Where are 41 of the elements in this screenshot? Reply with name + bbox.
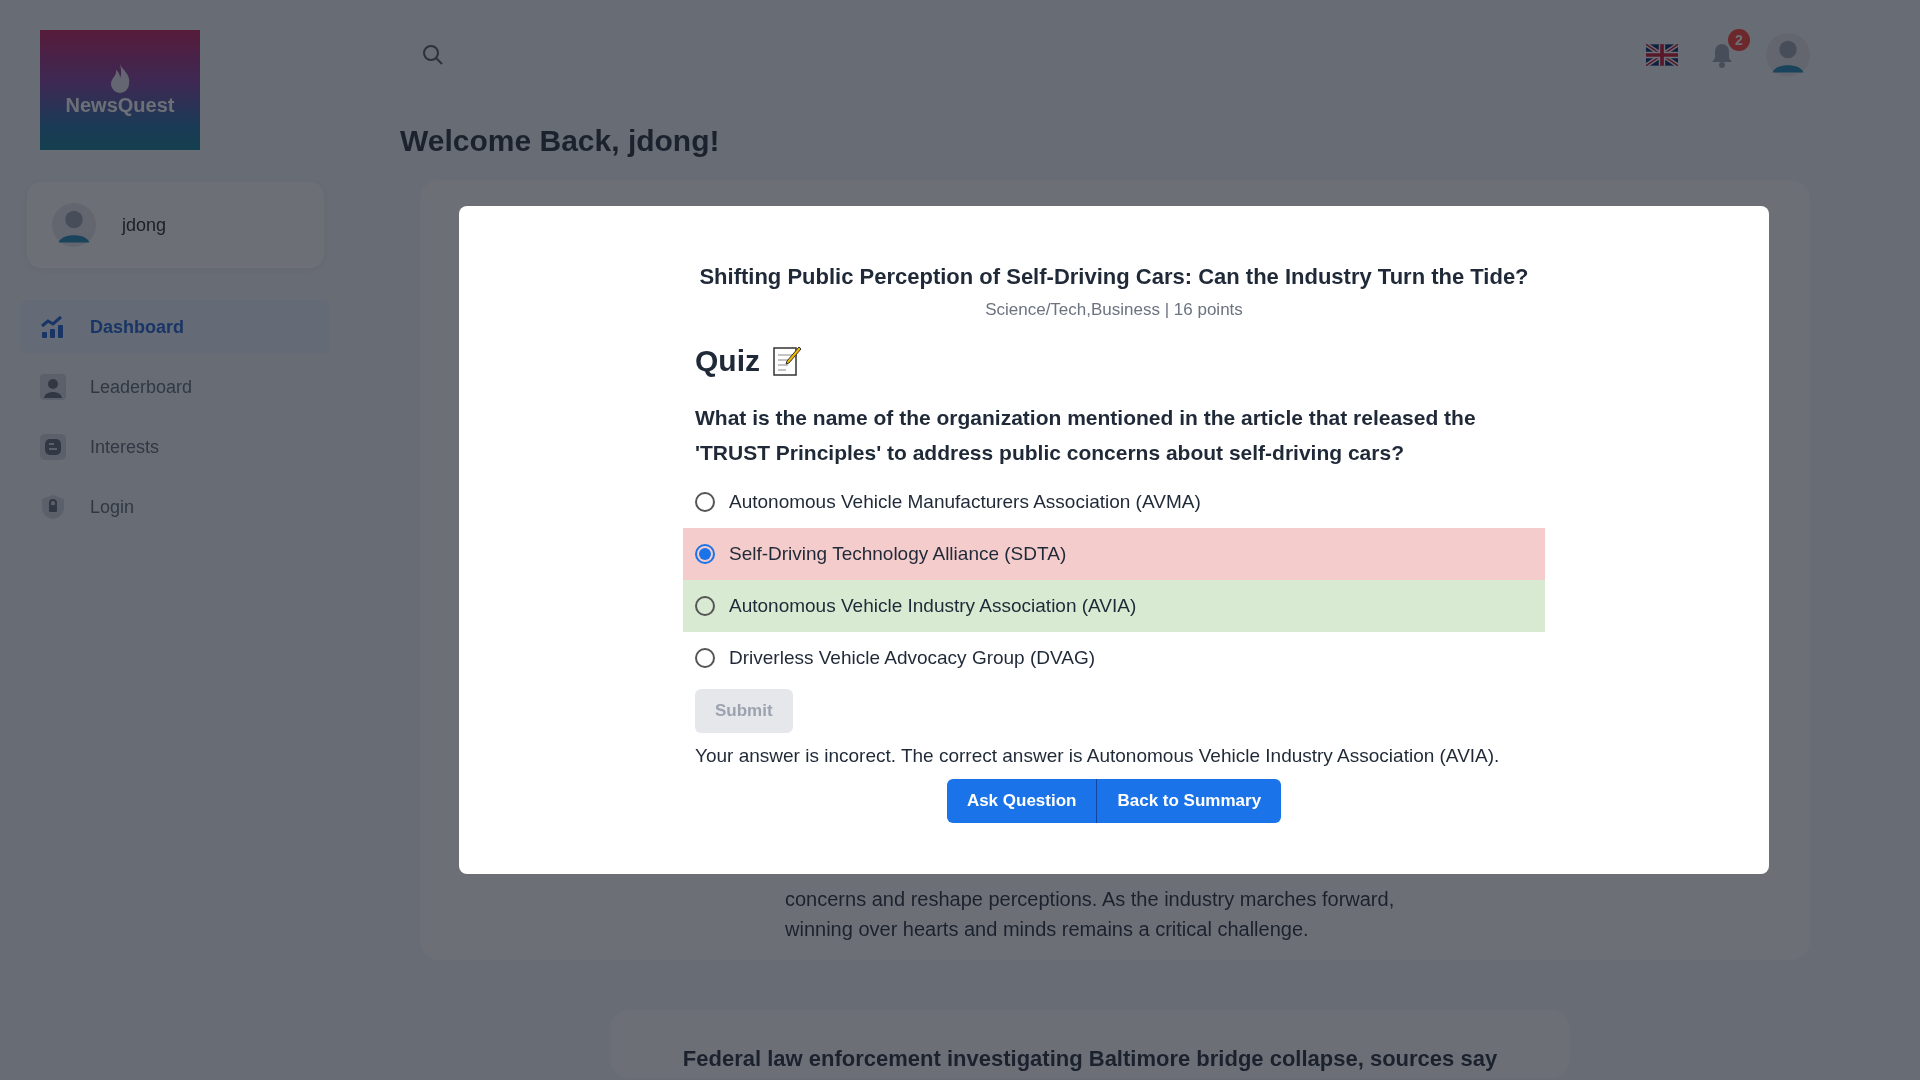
result-message: Your answer is incorect. The correct answer is Autonomous Vehicle Industry Association (AVIA). bbox=[694, 744, 1501, 768]
memo-icon bbox=[772, 345, 802, 377]
article-text: concerns and reshape perceptions. As the industry marches forward, bbox=[785, 887, 1396, 912]
article-meta: Science/Tech,Business | 16 points bbox=[984, 300, 1244, 320]
radio-button[interactable] bbox=[695, 596, 715, 616]
radio-button[interactable] bbox=[695, 648, 715, 668]
quiz-question: What is the name of the organization mentioned in the article that released the 'TRUST Principles' to address public concerns about self-driving cars? bbox=[694, 405, 1477, 466]
article-text: winning over hearts and minds remains a critical challenge. bbox=[785, 917, 1310, 942]
answer-option[interactable]: Autonomous Vehicle Manufacturers Association (AVMA) bbox=[683, 476, 1545, 528]
logo-text: NewsQuest bbox=[65, 93, 175, 117]
nav-label: Dashboard bbox=[90, 316, 185, 338]
chart-icon bbox=[40, 314, 66, 340]
flag-icon[interactable] bbox=[1646, 44, 1678, 66]
user-icon bbox=[40, 374, 66, 400]
notification-badge: 2 bbox=[1728, 29, 1750, 51]
article-title: Federal law enforcement investigating Baltimore bridge collapse, sources say bbox=[682, 1046, 1498, 1073]
action-button[interactable]: Ask Question bbox=[946, 779, 1098, 823]
avatar-icon bbox=[52, 203, 96, 247]
answer-option[interactable]: Driverless Vehicle Advocacy Group (DVAG) bbox=[683, 632, 1545, 684]
user-name: jdong bbox=[122, 214, 167, 236]
option-label: Self-Driving Technology Alliance (SDTA) bbox=[729, 543, 1067, 565]
user-card[interactable]: jdong bbox=[27, 182, 324, 268]
logo[interactable]: NewsQuest bbox=[40, 30, 200, 150]
bell-icon[interactable] bbox=[1710, 42, 1734, 68]
option-label: Driverless Vehicle Advocacy Group (DVAG) bbox=[729, 647, 1096, 669]
action-button[interactable]: Back to Summary bbox=[1097, 779, 1282, 823]
article-title: Shifting Public Perception of Self-Driving Cars: Can the Industry Turn the Tide? bbox=[698, 264, 1530, 290]
radio-button[interactable] bbox=[695, 544, 715, 564]
answer-option[interactable]: Autonomous Vehicle Industry Association (AVIA) bbox=[683, 580, 1545, 632]
welcome-title: Welcome Back, jdong! bbox=[400, 124, 721, 158]
option-label: Autonomous Vehicle Industry Association (AVIA) bbox=[729, 595, 1137, 617]
radio-button[interactable] bbox=[695, 492, 715, 512]
blog-icon bbox=[40, 434, 66, 460]
search-icon[interactable] bbox=[422, 44, 444, 66]
option-label: Autonomous Vehicle Manufacturers Association (AVMA) bbox=[729, 491, 1201, 513]
avatar-icon bbox=[1766, 33, 1810, 77]
lock-icon bbox=[40, 494, 66, 520]
flame-icon bbox=[109, 63, 131, 94]
nav-item[interactable]: Dashboard bbox=[20, 300, 330, 354]
quiz-heading: Quiz bbox=[695, 344, 760, 378]
answer-option[interactable]: Self-Driving Technology Alliance (SDTA) bbox=[683, 528, 1545, 580]
